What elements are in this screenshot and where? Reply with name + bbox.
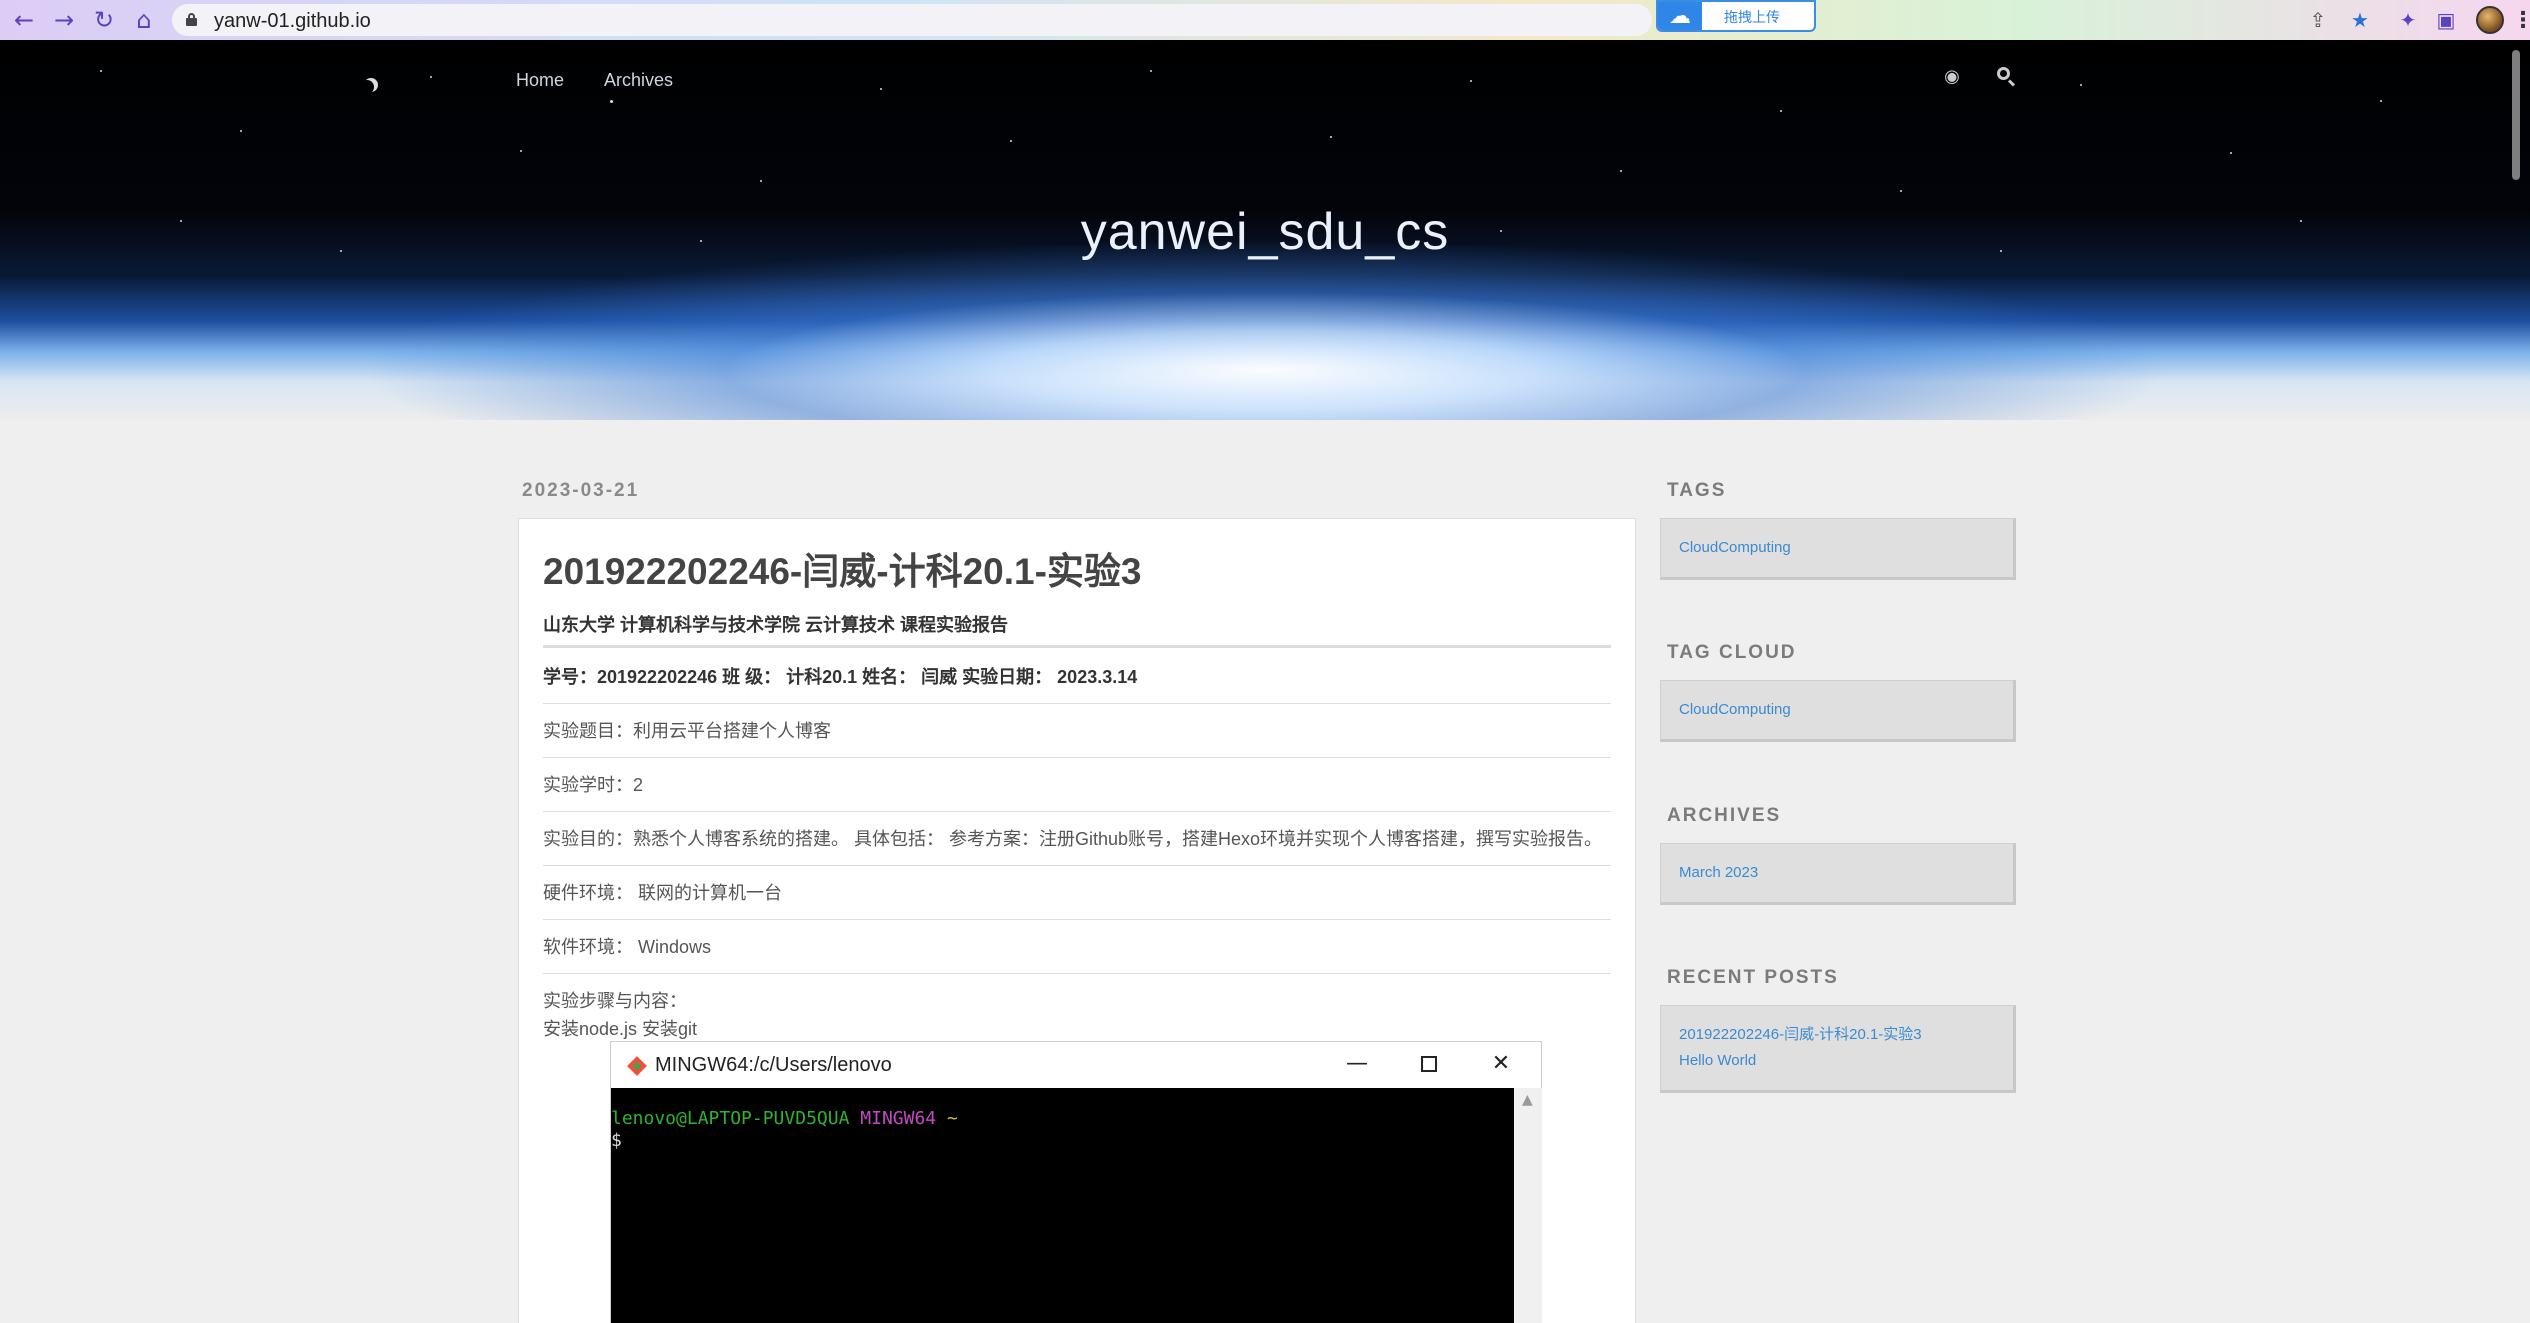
main-nav: Home Archives — [516, 70, 673, 91]
divider — [543, 973, 1611, 974]
post-date: 2023-03-21 — [522, 480, 640, 501]
avatar[interactable] — [2476, 6, 2504, 34]
terminal-scrollbar: ▲ — [1514, 1088, 1542, 1323]
home-icon[interactable]: ⌂ — [130, 6, 158, 34]
archives-heading: ARCHIVES — [1667, 805, 1782, 826]
extensions-icon[interactable]: ✦ — [2394, 6, 2422, 34]
tag-link[interactable]: CloudComputing — [1679, 535, 1995, 561]
site-header: Home Archives ◉ yanwei_sdu_cs — [0, 40, 2530, 420]
post-title[interactable]: 201922202246-闫威-计科20.1-实验3 — [543, 541, 1142, 595]
nav-home-link[interactable]: Home — [516, 70, 564, 91]
address-bar[interactable]: yanw-01.github.io — [172, 4, 1652, 36]
maximize-icon — [1421, 1056, 1437, 1072]
back-icon[interactable]: ← — [10, 6, 38, 34]
git-bash-icon — [627, 1056, 647, 1076]
report-header: 山东大学 计算机科学与技术学院 云计算技术 课程实验报告 — [543, 615, 1009, 635]
forward-icon[interactable]: → — [50, 6, 78, 34]
experiment-subject: 实验题目：利用云平台搭建个人博客 — [543, 721, 831, 741]
steps-label: 实验步骤与内容： — [543, 991, 687, 1011]
lock-icon[interactable] — [186, 13, 197, 26]
archive-link[interactable]: March 2023 — [1679, 860, 1995, 886]
tag-cloud-link[interactable]: CloudComputing — [1679, 697, 1995, 723]
share-icon[interactable]: ⇪ — [2304, 6, 2332, 34]
menu-icon[interactable]: ⋮ — [2512, 4, 2530, 36]
site-title: yanwei_sdu_cs — [1080, 203, 1450, 261]
browser-toolbar: ← → ↻ ⌂ yanw-01.github.io ☁ 拖拽上传 ⇪ ★ ✦ ▣… — [0, 0, 2530, 40]
tag-cloud-widget: CloudComputing — [1660, 680, 2016, 742]
divider — [543, 645, 1611, 648]
tags-widget: CloudComputing — [1660, 518, 2016, 580]
hardware-env: 硬件环境： 联网的计算机一台 — [543, 883, 782, 903]
moon-decoration — [360, 80, 374, 94]
cloud-icon: ☁ — [1658, 2, 1702, 30]
terminal-title: MINGW64:/c/Users/lenovo — [655, 1054, 892, 1076]
search-icon[interactable] — [1996, 66, 2016, 87]
rss-icon[interactable]: ◉ — [1942, 66, 1962, 86]
divider — [543, 757, 1611, 758]
upload-label: 拖拽上传 — [1724, 9, 1780, 25]
star-icon[interactable]: ★ — [2346, 6, 2374, 34]
archives-widget: March 2023 — [1660, 843, 2016, 905]
software-env: 软件环境： Windows — [543, 937, 712, 957]
tags-heading: TAGS — [1667, 480, 1727, 501]
terminal-screen: lenovo@LAPTOP-PUVD5QUA MINGW64 ~ $ — [611, 1088, 1514, 1323]
divider — [543, 865, 1611, 866]
recent-posts-widget: 201922202246-闫威-计科20.1-实验3 Hello World — [1660, 1005, 2016, 1093]
terminal-screenshot: MINGW64:/c/Users/lenovo — ✕ lenovo@LAPTO… — [610, 1041, 1542, 1323]
nav-archives-link[interactable]: Archives — [604, 70, 673, 91]
steps-first: 安装node.js 安装git — [543, 1019, 698, 1039]
student-info: 学号：201922202246 班 级： 计科20.1 姓名： 闫威 实验日期：… — [543, 667, 1138, 687]
page-scrollbar[interactable] — [2512, 50, 2520, 180]
experiment-hours: 实验学时：2 — [543, 775, 644, 795]
divider — [543, 811, 1611, 812]
recent-posts-heading: RECENT POSTS — [1667, 967, 1839, 988]
url-text[interactable]: yanw-01.github.io — [214, 10, 371, 33]
reload-icon[interactable]: ↻ — [90, 6, 118, 34]
scroll-up-icon: ▲ — [1522, 1092, 1533, 1108]
tag-cloud-heading: TAG CLOUD — [1667, 642, 1797, 663]
divider — [543, 919, 1611, 920]
close-icon: ✕ — [1491, 1051, 1511, 1076]
divider — [543, 703, 1611, 704]
experiment-purpose: 实验目的：熟悉个人博客系统的搭建。 具体包括： 参考方案：注册Github账号，… — [543, 829, 1603, 849]
terminal-prompt: lenovo@LAPTOP-PUVD5QUA MINGW64 ~ — [611, 1108, 958, 1129]
recent-post-link[interactable]: 201922202246-闫威-计科20.1-实验3 — [1679, 1022, 1995, 1048]
sidepanel-icon[interactable]: ▣ — [2432, 6, 2460, 34]
terminal-input-line: $ — [611, 1130, 622, 1151]
minimize-icon: — — [1346, 1051, 1368, 1076]
upload-widget[interactable]: ☁ 拖拽上传 — [1656, 0, 1816, 32]
recent-post-link[interactable]: Hello World — [1679, 1048, 1995, 1074]
